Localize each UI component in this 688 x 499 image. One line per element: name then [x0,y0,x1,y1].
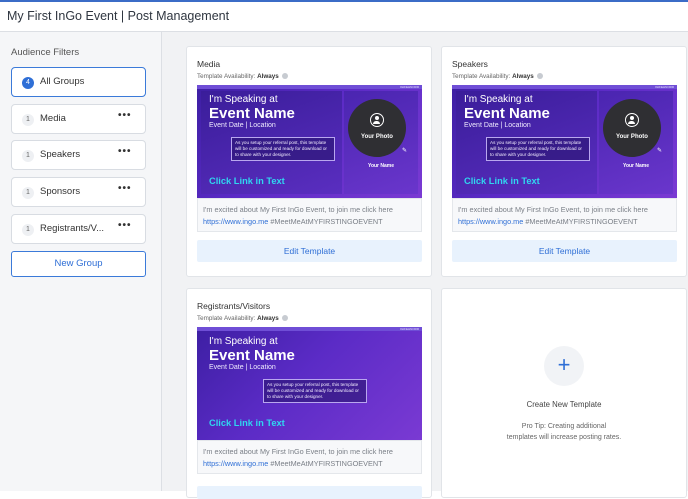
template-card-media: Media Template Availability: Always IGIF… [186,46,432,277]
post-hashtag: #MeetMeAtMYFIRSTINGOEVENT [268,217,383,226]
group-media[interactable]: 1 Media ••• [11,104,146,134]
user-icon [625,113,639,127]
group-count-badge: 1 [22,150,34,162]
availability-value: Always [257,315,279,322]
info-icon[interactable] [281,73,288,79]
group-label: All Groups [40,76,85,87]
more-options-icon[interactable]: ••• [118,146,132,157]
post-url-line: https://www.ingo.me #MeetMeAtMYFIRSTINGO… [203,217,383,226]
banner-event-name: Event Name [464,105,550,122]
more-options-icon[interactable]: ••• [118,183,132,194]
group-count-badge: 1 [22,224,34,236]
post-url-line: https://www.ingo.me #MeetMeAtMYFIRSTINGO… [458,217,638,226]
info-icon[interactable] [536,73,543,79]
post-text: I'm excited about My First InGo Event, t… [458,205,648,214]
banner-mini-label: IGIFEHNORR [400,85,419,89]
post-text-box: I'm excited about My First InGo Event, t… [197,440,422,474]
photo-placeholder [603,99,661,157]
post-link[interactable]: https://www.ingo.me [203,217,268,226]
top-bar: My First InGo Event | Post Management [0,0,688,32]
post-hashtag: #MeetMeAtMYFIRSTINGOEVENT [268,459,383,468]
template-title: Media [197,59,221,69]
create-new-template-card[interactable]: + Create New Template Pro Tip: Creating … [441,288,687,498]
more-options-icon[interactable]: ••• [118,220,132,231]
group-count-badge: 1 [22,187,34,199]
template-banner-image[interactable]: IGIFEHNORR I'm Speaking at Event Name Ev… [197,85,422,198]
banner-link-text: Click Link in Text [209,176,285,186]
edit-template-button[interactable] [197,486,422,499]
audience-filters-sidebar: Audience Filters 4 All Groups 1 Media ••… [0,32,162,491]
group-label: Media [40,113,66,124]
banner-mini-label: IGIFEHNORR [655,85,674,89]
banner-event-name: Event Name [209,347,295,364]
template-card-registrants-visitors: Registrants/Visitors Template Availabili… [186,288,432,499]
edit-template-button[interactable]: Edit Template [452,240,677,262]
user-icon [370,113,384,127]
availability-value: Always [512,73,534,80]
group-count-badge: 1 [22,114,34,126]
photo-label: Your Photo [616,134,648,140]
banner-link-text: Click Link in Text [464,176,540,186]
banner-event-date: Event Date | Location [209,122,276,129]
banner-setup-note: As you setup your referral post, this te… [231,137,335,161]
your-name-label: Your Name [622,163,650,169]
availability-label: Template Availability: [197,315,256,322]
post-text: I'm excited about My First InGo Event, t… [203,447,393,456]
sidebar-heading: Audience Filters [11,47,80,58]
post-text-box: I'm excited about My First InGo Event, t… [452,198,677,232]
banner-event-date: Event Date | Location [209,364,276,371]
template-card-speakers: Speakers Template Availability: Always I… [441,46,687,277]
availability-value: Always [257,73,279,80]
banner-mini-label: IGIFEHNORR [400,327,419,331]
template-availability: Template Availability: Always [452,73,543,80]
group-speakers[interactable]: 1 Speakers ••• [11,140,146,170]
banner-event-date: Event Date | Location [464,122,531,129]
group-count-badge: 4 [22,77,34,89]
group-label: Sponsors [40,186,81,197]
banner-strip [197,85,422,89]
availability-label: Template Availability: [452,73,511,80]
more-options-icon[interactable]: ••• [118,110,132,121]
template-grid: Media Template Availability: Always IGIF… [162,32,688,499]
template-availability: Template Availability: Always [197,73,288,80]
plus-icon[interactable]: + [544,346,584,386]
group-sponsors[interactable]: 1 Sponsors ••• [11,177,146,207]
photo-label: Your Photo [361,134,393,140]
new-group-button[interactable]: New Group [11,251,146,277]
edit-template-button[interactable]: Edit Template [197,240,422,262]
availability-label: Template Availability: [197,73,256,80]
post-link[interactable]: https://www.ingo.me [203,459,268,468]
template-title: Speakers [452,59,488,69]
edit-pencil-icon[interactable]: ✎ [402,147,407,154]
template-title: Registrants/Visitors [197,301,271,311]
group-all-groups[interactable]: 4 All Groups [11,67,146,97]
post-text-box: I'm excited about My First InGo Event, t… [197,198,422,232]
post-text: I'm excited about My First InGo Event, t… [203,205,393,214]
pro-tip-text: Pro Tip: Creating additional templates w… [506,423,622,441]
your-name-label: Your Name [367,163,395,169]
group-label: Speakers [40,149,81,160]
banner-strip [197,327,422,331]
post-url-line: https://www.ingo.me #MeetMeAtMYFIRSTINGO… [203,459,383,468]
banner-event-name: Event Name [209,105,295,122]
info-icon[interactable] [281,315,288,321]
post-link[interactable]: https://www.ingo.me [458,217,523,226]
banner-setup-note: As you setup your referral post, this te… [486,137,590,161]
banner-strip [452,85,677,89]
photo-placeholder [348,99,406,157]
template-availability: Template Availability: Always [197,315,288,322]
template-banner-image[interactable]: IGIFEHNORR I'm Speaking at Event Name Ev… [452,85,677,198]
create-template-title: Create New Template [526,400,602,409]
post-hashtag: #MeetMeAtMYFIRSTINGOEVENT [523,217,638,226]
page-title: My First InGo Event | Post Management [7,9,230,23]
banner-link-text: Click Link in Text [209,418,285,428]
banner-setup-note: As you setup your referral post, this te… [263,379,367,403]
edit-pencil-icon[interactable]: ✎ [657,147,662,154]
template-banner-image[interactable]: IGIFEHNORR I'm Speaking at Event Name Ev… [197,327,422,440]
group-label: Registrants/V... [40,223,105,234]
banner-speaking-text: I'm Speaking at [209,94,278,105]
group-registrants-visitors[interactable]: 1 Registrants/V... ••• [11,214,146,244]
banner-speaking-text: I'm Speaking at [464,94,533,105]
banner-speaking-text: I'm Speaking at [209,336,278,347]
